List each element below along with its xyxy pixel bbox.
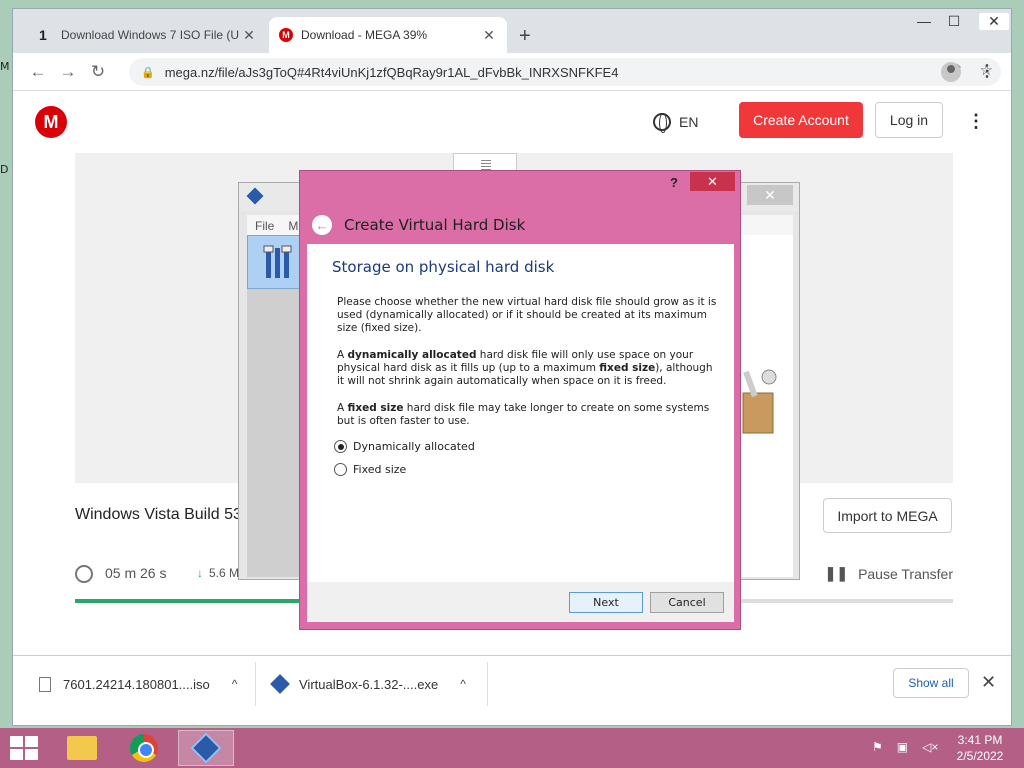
- download-item[interactable]: 7601.24214.180801....iso ^: [39, 670, 237, 698]
- chevron-up-icon[interactable]: ^: [232, 677, 238, 691]
- next-button[interactable]: Next: [569, 592, 643, 613]
- virtualbox-taskbar-button[interactable]: [178, 730, 234, 766]
- taskbar-clock[interactable]: 3:41 PM 2/5/2022: [950, 732, 1010, 764]
- window-close-button[interactable]: ✕: [979, 13, 1009, 30]
- pause-transfer-button[interactable]: ❚❚ Pause Transfer: [825, 565, 953, 582]
- description-paragraph: A fixed size hard disk file may take lon…: [337, 402, 710, 427]
- vbox-close-button[interactable]: ✕: [747, 185, 793, 205]
- clock-time: 3:41 PM: [957, 733, 1003, 747]
- folder-icon: [67, 736, 97, 760]
- tab-close-icon[interactable]: ✕: [241, 27, 257, 44]
- create-virtual-hard-disk-dialog: ? ✕ ← Create Virtual Hard Disk Storage o…: [299, 170, 741, 630]
- new-tab-button[interactable]: +: [519, 25, 531, 48]
- back-arrow-icon[interactable]: ←: [23, 62, 53, 82]
- globe-icon: [653, 113, 671, 133]
- mega-favicon-icon: M: [279, 28, 293, 42]
- site-favicon-icon: 1: [39, 27, 47, 43]
- radio-fixed-size[interactable]: Fixed size: [334, 463, 406, 476]
- virtualbox-icon: [246, 187, 264, 205]
- clock-icon: [75, 565, 93, 583]
- download-item[interactable]: VirtualBox-6.1.32-....exe ^: [270, 670, 466, 698]
- address-bar[interactable]: 🔒 mega.nz/file/aJs3gToQ#4Rt4viUnKj1zfQBq…: [129, 58, 1001, 86]
- dialog-body: Storage on physical hard disk Please cho…: [307, 244, 734, 582]
- tab-close-icon[interactable]: ✕: [481, 27, 497, 44]
- back-arrow-icon[interactable]: ←: [312, 215, 332, 235]
- tab-title: Download - MEGA 39%: [301, 28, 428, 42]
- forward-arrow-icon[interactable]: →: [53, 62, 83, 82]
- chrome-icon: [130, 734, 158, 762]
- cancel-button[interactable]: Cancel: [650, 592, 724, 613]
- start-button[interactable]: [10, 736, 38, 760]
- url-text: mega.nz/file/aJs3gToQ#4Rt4viUnKj1zfQBqRa…: [164, 64, 619, 80]
- mega-logo[interactable]: M: [35, 106, 67, 138]
- mega-header: M EN Create Account Log in ⋮: [13, 93, 1011, 153]
- tools-icon[interactable]: [247, 235, 305, 289]
- dialog-close-button[interactable]: ✕: [690, 172, 735, 191]
- download-file-name: VirtualBox-6.1.32-....exe: [299, 676, 439, 692]
- speed-value: 5.6 M: [209, 566, 240, 580]
- tab-windows7-iso[interactable]: 1 Download Windows 7 ISO File (U ✕: [29, 17, 267, 53]
- action-center-icon[interactable]: ⚑: [872, 740, 883, 754]
- radio-label: Fixed size: [353, 463, 407, 476]
- page-heading: Storage on physical hard disk: [332, 258, 555, 276]
- mega-menu-icon[interactable]: ⋮: [967, 111, 985, 132]
- virtualbox-icon: [270, 674, 290, 694]
- desktop-edge-text: D: [0, 163, 9, 176]
- help-button[interactable]: ?: [670, 175, 678, 190]
- import-to-mega-button[interactable]: Import to MEGA: [823, 498, 952, 533]
- download-arrow-icon: ↓: [197, 566, 203, 580]
- clock-date: 2/5/2022: [956, 749, 1004, 763]
- create-account-button[interactable]: Create Account: [739, 102, 863, 138]
- menu-machine[interactable]: M: [288, 219, 298, 233]
- download-shelf: 7601.24214.180801....iso ^ VirtualBox-6.…: [13, 655, 1011, 711]
- close-downloads-icon[interactable]: ✕: [981, 672, 996, 693]
- pause-label: Pause Transfer: [858, 565, 953, 582]
- radio-button-checked[interactable]: [334, 440, 347, 453]
- chrome-taskbar-button[interactable]: [116, 730, 172, 766]
- browser-menu-icon[interactable]: ⋮: [979, 61, 995, 81]
- desktop-edge-text: M: [0, 60, 10, 73]
- tab-mega-download[interactable]: M Download - MEGA 39% ✕: [269, 17, 507, 53]
- toolbox-illustration-icon: [742, 369, 777, 434]
- minimize-button[interactable]: —: [909, 13, 939, 29]
- volume-muted-icon[interactable]: ◁×: [922, 740, 938, 754]
- show-all-button[interactable]: Show all: [893, 668, 969, 698]
- pause-icon: ❚❚: [824, 565, 849, 581]
- lock-icon: 🔒: [141, 66, 155, 79]
- login-button[interactable]: Log in: [875, 102, 943, 138]
- file-icon: [39, 676, 51, 692]
- language-selector[interactable]: EN: [653, 113, 699, 133]
- dialog-title: Create Virtual Hard Disk: [344, 216, 526, 234]
- transfer-speed: ↓ 5.6 M: [197, 566, 239, 580]
- tab-title: Download Windows 7 ISO File (U: [61, 28, 240, 42]
- browser-toolbar: ← → ↻ 🔒 mega.nz/file/aJs3gToQ#4Rt4viUnKj…: [13, 53, 1011, 91]
- network-icon[interactable]: ▣: [897, 740, 908, 754]
- browser-titlebar: 1 Download Windows 7 ISO File (U ✕ M Dow…: [13, 9, 1011, 53]
- radio-button[interactable]: [334, 463, 347, 476]
- time-remaining: 05 m 26 s: [105, 565, 167, 581]
- description-paragraph: A dynamically allocated hard disk file w…: [337, 349, 713, 387]
- chevron-up-icon[interactable]: ^: [460, 677, 466, 691]
- radio-label: Dynamically allocated: [353, 440, 475, 453]
- tools-glyph-icon: [263, 245, 292, 278]
- windows-taskbar: ⚑ ▣ ◁× 3:41 PM 2/5/2022: [0, 728, 1024, 768]
- file-explorer-taskbar-button[interactable]: [54, 730, 110, 766]
- language-label: EN: [679, 114, 699, 130]
- description-paragraph: Please choose whether the new virtual ha…: [337, 296, 717, 334]
- download-file-name: 7601.24214.180801....iso: [63, 676, 210, 692]
- maximize-button[interactable]: ☐: [939, 13, 969, 30]
- reload-icon[interactable]: ↻: [83, 62, 113, 82]
- profile-avatar-icon[interactable]: [941, 62, 961, 82]
- file-name: Windows Vista Build 53: [75, 506, 242, 523]
- virtualbox-icon: [190, 732, 222, 764]
- dialog-footer: Next Cancel: [307, 582, 734, 622]
- radio-dynamically-allocated[interactable]: Dynamically allocated: [334, 440, 475, 453]
- system-tray: ⚑ ▣ ◁×: [872, 740, 938, 754]
- menu-file[interactable]: File: [255, 219, 274, 233]
